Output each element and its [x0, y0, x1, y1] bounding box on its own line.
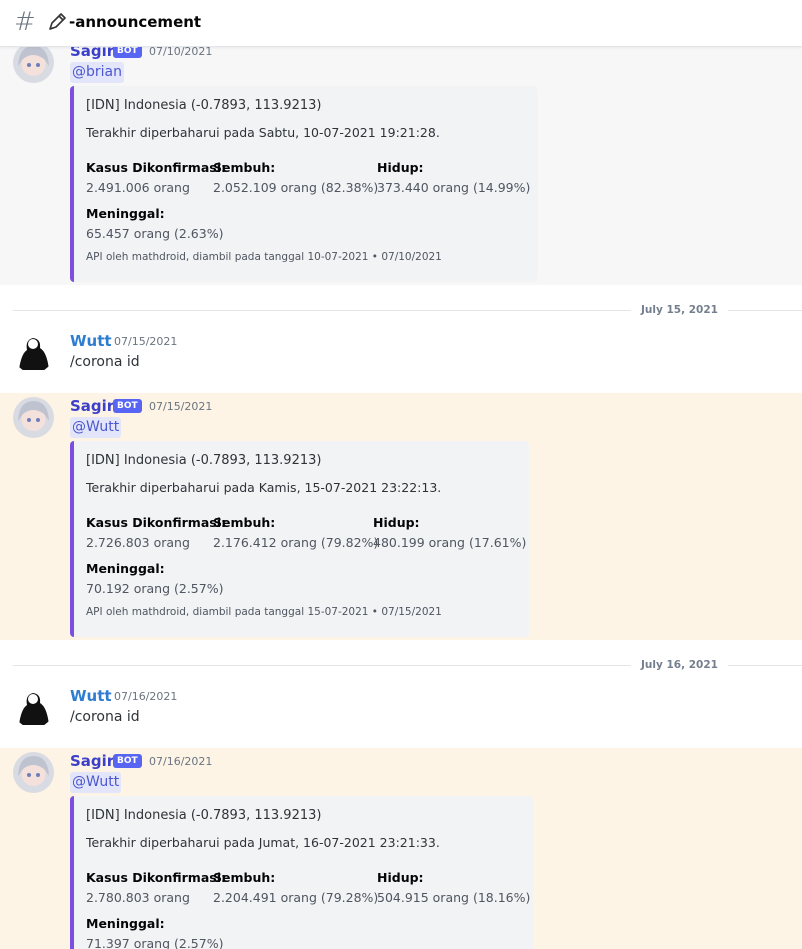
- field-name: Hidup:: [373, 515, 420, 530]
- message-text: /corona id: [70, 354, 140, 370]
- author-name[interactable]: Wutt: [70, 332, 112, 350]
- timestamp[interactable]: 07/15/2021: [114, 335, 177, 348]
- date-divider-label: July 16, 2021: [631, 658, 728, 672]
- embed: [IDN] Indonesia (-0.7893, 113.9213) Tera…: [70, 441, 529, 637]
- field-name: Hidup:: [377, 870, 424, 885]
- embed: [IDN] Indonesia (-0.7893, 113.9213) Tera…: [70, 86, 538, 282]
- bot-tag: BOT: [113, 399, 142, 413]
- field-value: 480.199 orang (17.61%): [373, 535, 527, 550]
- field-value: 504.915 orang (18.16%): [377, 890, 531, 905]
- date-divider-label: July 15, 2021: [631, 303, 728, 317]
- field-name: Meninggal:: [86, 916, 165, 931]
- embed-title: [IDN] Indonesia (-0.7893, 113.9213): [86, 808, 322, 823]
- sagiri-avatar[interactable]: [13, 752, 54, 793]
- field-name: Meninggal:: [86, 561, 165, 576]
- author-name[interactable]: Sagiri: [70, 752, 119, 770]
- message[interactable]: Wutt 07/16/2021 /corona id: [0, 680, 802, 748]
- embed-footer: API oleh mathdroid, diambil pada tanggal…: [86, 251, 442, 263]
- user-mention[interactable]: @Wutt: [70, 772, 122, 793]
- field-name: Sembuh:: [213, 870, 276, 885]
- field-value: 71.397 orang (2.57%): [86, 936, 224, 949]
- field-name: Kasus Dikonfirmasi:: [86, 515, 226, 530]
- embed-description: Terakhir diperbaharui pada Kamis, 15-07-…: [86, 480, 442, 495]
- embed-title: [IDN] Indonesia (-0.7893, 113.9213): [86, 98, 322, 113]
- message[interactable]: Sagiri BOT 07/16/2021 @Wutt [IDN] Indone…: [0, 748, 802, 949]
- message[interactable]: Sagiri BOT 07/10/2021 @brian [IDN] Indon…: [0, 40, 802, 285]
- field-value: 65.457 orang (2.63%): [86, 226, 224, 241]
- embed-footer: API oleh mathdroid, diambil pada tanggal…: [86, 606, 442, 618]
- hashtag-icon: #: [14, 7, 36, 37]
- channel-name: -announcement: [69, 13, 202, 31]
- timestamp[interactable]: 07/16/2021: [149, 755, 212, 768]
- sagiri-avatar[interactable]: [13, 42, 54, 83]
- message[interactable]: Wutt 07/15/2021 /corona id: [0, 325, 802, 393]
- author-name[interactable]: Sagiri: [70, 397, 119, 415]
- bot-tag: BOT: [113, 754, 142, 768]
- field-value: 2.204.491 orang (79.28%): [213, 890, 379, 905]
- field-value: 2.491.006 orang: [86, 180, 190, 195]
- user-mention[interactable]: @Wutt: [70, 417, 122, 438]
- field-name: Kasus Dikonfirmasi:: [86, 160, 226, 175]
- author-name[interactable]: Wutt: [70, 687, 112, 705]
- wutt-avatar[interactable]: [13, 687, 54, 728]
- field-value: 373.440 orang (14.99%): [377, 180, 531, 195]
- field-name: Kasus Dikonfirmasi:: [86, 870, 226, 885]
- timestamp[interactable]: 07/16/2021: [114, 690, 177, 703]
- embed-description: Terakhir diperbaharui pada Sabtu, 10-07-…: [86, 125, 440, 140]
- sagiri-avatar[interactable]: [13, 397, 54, 438]
- embed: [IDN] Indonesia (-0.7893, 113.9213) Tera…: [70, 796, 533, 949]
- wutt-avatar[interactable]: [13, 332, 54, 373]
- field-value: 2.726.803 orang: [86, 535, 190, 550]
- embed-title: [IDN] Indonesia (-0.7893, 113.9213): [86, 453, 322, 468]
- field-value: 2.176.412 orang (79.82%): [213, 535, 379, 550]
- timestamp[interactable]: 07/15/2021: [149, 400, 212, 413]
- channel-header: # -announcement: [0, 0, 802, 47]
- embed-description: Terakhir diperbaharui pada Jumat, 16-07-…: [86, 835, 440, 850]
- field-name: Sembuh:: [213, 160, 276, 175]
- message[interactable]: Sagiri BOT 07/15/2021 @Wutt [IDN] Indone…: [0, 393, 802, 640]
- pencil-icon: [47, 12, 67, 32]
- user-mention[interactable]: @brian: [70, 62, 124, 83]
- field-value: 70.192 orang (2.57%): [86, 581, 224, 596]
- field-value: 2.780.803 orang: [86, 890, 190, 905]
- field-name: Sembuh:: [213, 515, 276, 530]
- message-text: /corona id: [70, 709, 140, 725]
- field-name: Meninggal:: [86, 206, 165, 221]
- field-name: Hidup:: [377, 160, 424, 175]
- field-value: 2.052.109 orang (82.38%): [213, 180, 379, 195]
